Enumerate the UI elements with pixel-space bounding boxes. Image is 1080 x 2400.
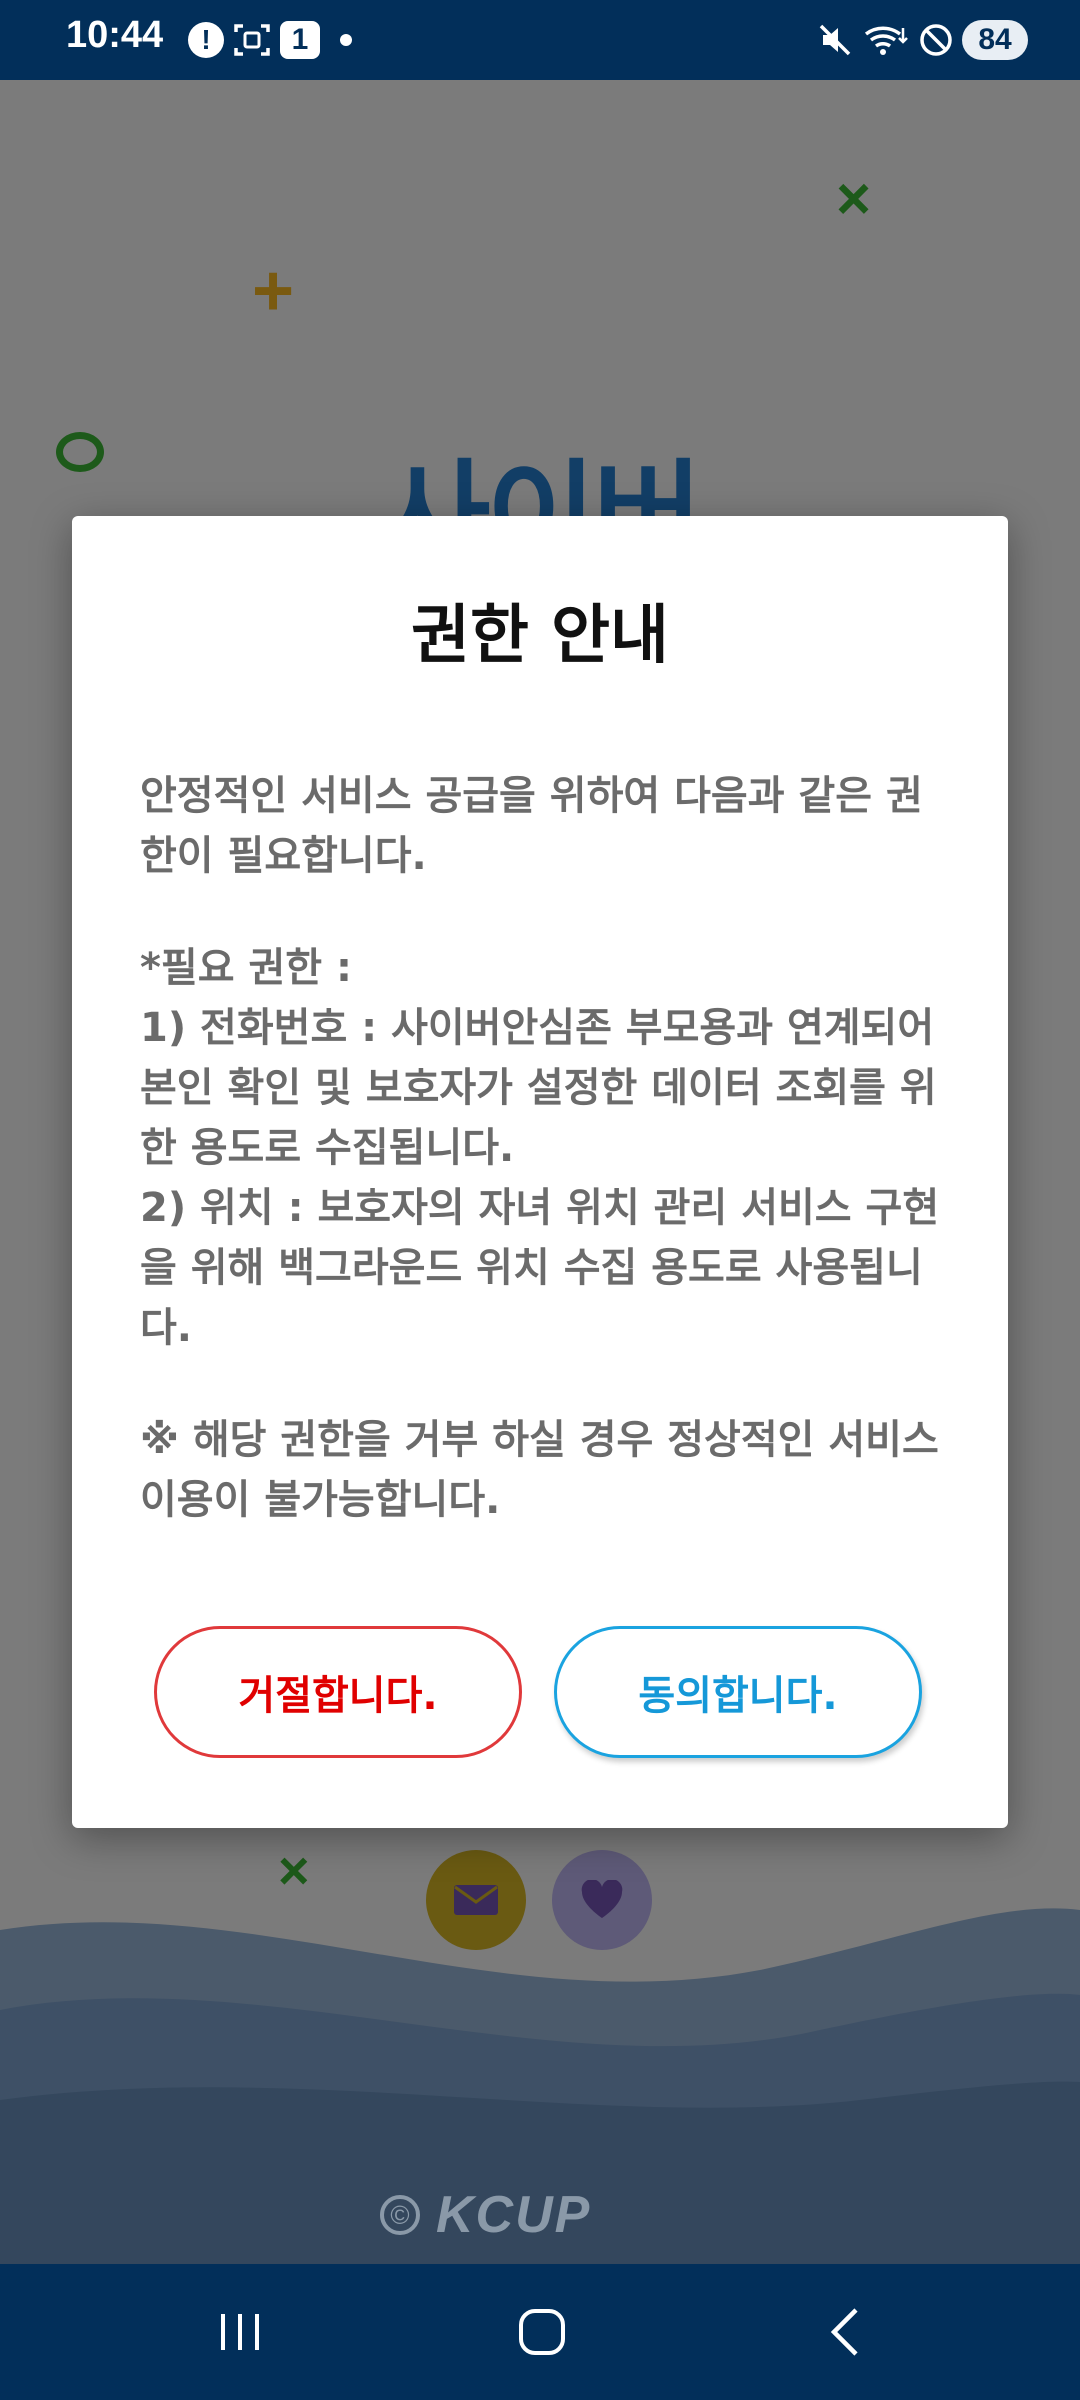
- recent-apps-icon: [221, 2314, 259, 2350]
- home-button[interactable]: [502, 2300, 582, 2364]
- do-not-disturb-icon: [916, 20, 956, 60]
- navigation-bar: [0, 2264, 1080, 2400]
- permission-item-phone: 1) 전화번호 : 사이버안심존 부모용과 연계되어 본인 확인 및 보호자가 …: [140, 1005, 937, 1171]
- recent-apps-button[interactable]: [200, 2300, 280, 2364]
- decorative-x-icon: ×: [278, 1841, 310, 1901]
- deny-notice: ※ 해당 권한을 거부 하실 경우 정상적인 서비스 이용이 불가능합니다.: [140, 1417, 939, 1523]
- decorative-circle-icon: [56, 432, 104, 472]
- decorative-plus-icon: +: [252, 251, 295, 331]
- back-button[interactable]: [806, 2300, 886, 2364]
- dialog-body: 안정적인 서비스 공급을 위하여 다음과 같은 권한이 필요합니다. *필요 권…: [140, 766, 940, 1530]
- required-permissions-heading: *필요 권한 :: [140, 945, 352, 991]
- mute-icon: [815, 20, 855, 60]
- dialog-title: 권한 안내: [411, 599, 669, 673]
- agree-button[interactable]: 동의합니다.: [554, 1626, 922, 1758]
- notification-count-icon: 1: [280, 21, 320, 59]
- battery-indicator: 84: [962, 20, 1028, 60]
- permission-dialog: 권한 안내 안정적인 서비스 공급을 위하여 다음과 같은 권한이 필요합니다.…: [72, 516, 1008, 1828]
- copyright-icon: ©: [380, 2195, 420, 2235]
- back-icon: [830, 2308, 858, 2356]
- reject-button[interactable]: 거절합니다.: [154, 1626, 522, 1758]
- dot-icon: [340, 34, 352, 46]
- status-time: 10:44: [66, 14, 164, 56]
- permission-item-location: 2) 위치 : 보호자의 자녀 위치 관리 서비스 구현을 위해 백그라운드 위…: [140, 1185, 940, 1351]
- brand-logo: KCUP: [436, 2186, 592, 2244]
- copyright: © KCUP: [380, 2180, 591, 2250]
- screenshot-icon: [232, 20, 272, 60]
- decorative-x-icon: ×: [836, 165, 872, 232]
- status-bar: 10:44 ! 1 84: [0, 0, 1080, 80]
- alert-icon: !: [188, 22, 224, 58]
- wifi-icon: [862, 20, 910, 60]
- home-icon: [519, 2309, 565, 2355]
- dialog-intro: 안정적인 서비스 공급을 위하여 다음과 같은 권한이 필요합니다.: [140, 773, 923, 879]
